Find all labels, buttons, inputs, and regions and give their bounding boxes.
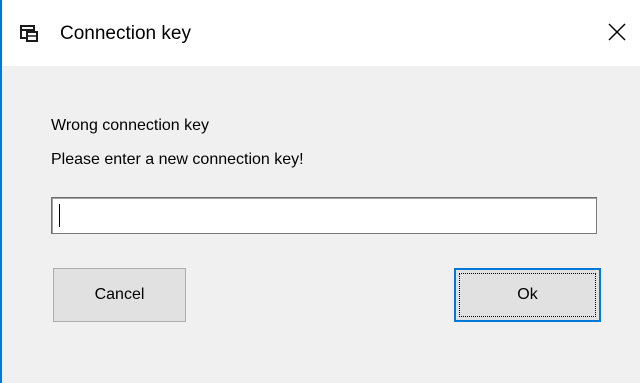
window-title: Connection key [60,23,191,44]
window-app-icon [19,23,43,45]
title-bar[interactable]: Connection key [2,0,640,66]
close-button[interactable] [598,16,636,52]
connection-key-input[interactable] [51,197,597,234]
connection-key-dialog: Connection key Wrong connection key Plea… [0,0,640,383]
instruction-message: Please enter a new connection key! [51,151,304,168]
cancel-button-label: Cancel [94,286,145,303]
close-icon [607,22,627,47]
ok-button[interactable]: Ok [454,268,601,322]
error-message: Wrong connection key [51,117,210,134]
ok-button-label: Ok [517,286,538,303]
cancel-button[interactable]: Cancel [53,268,186,322]
dialog-body: Wrong connection key Please enter a new … [2,66,640,383]
text-caret [59,204,60,227]
